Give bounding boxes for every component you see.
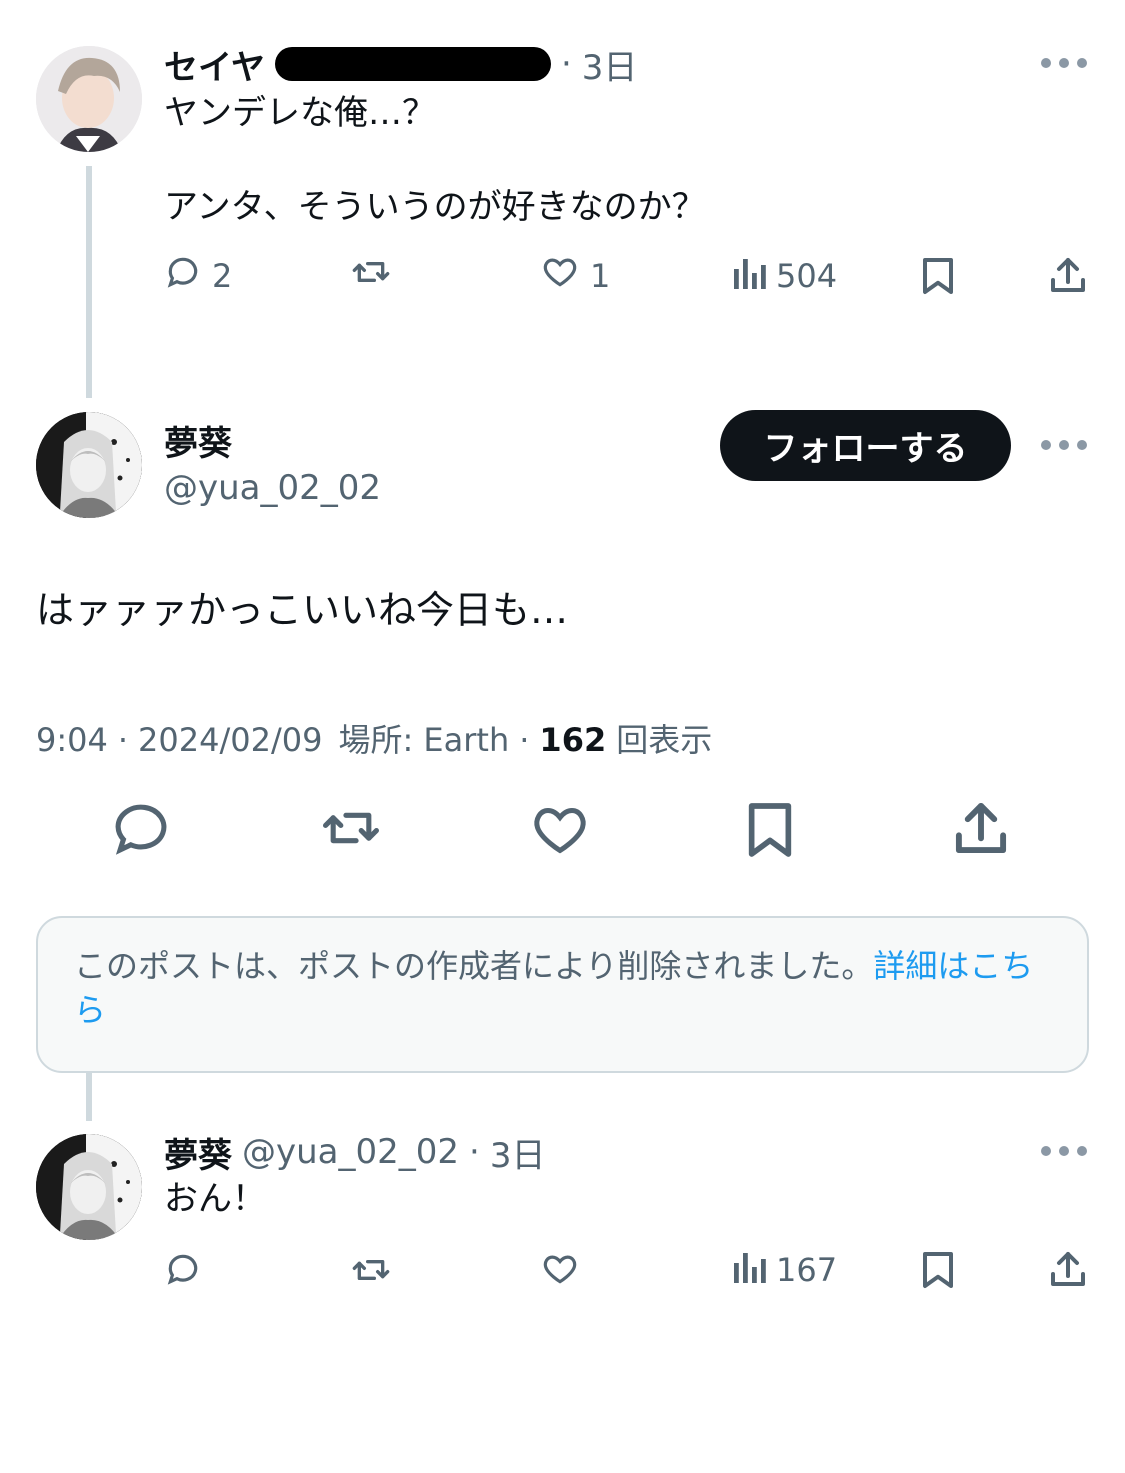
reply-author[interactable]: 夢葵 — [164, 1128, 232, 1177]
repost-icon — [350, 1250, 392, 1290]
post1-share-button[interactable] — [1050, 256, 1086, 294]
main-location: 場所: Earth — [338, 721, 510, 759]
main-views-label: 回表示 — [616, 721, 713, 759]
main-share-button[interactable] — [954, 800, 1008, 856]
analytics-icon — [734, 1249, 766, 1291]
reply-bookmark-button[interactable] — [921, 1250, 955, 1290]
main-more-icon[interactable] — [1041, 440, 1087, 450]
post1-author[interactable]: セイヤ — [164, 40, 265, 89]
main-like-button[interactable] — [530, 800, 590, 856]
post1-header: セイヤ · 3日 — [164, 40, 638, 89]
reply-reply-button[interactable] — [164, 1250, 202, 1288]
post1-text-line2: アンタ、そういうのが好きなのか？ — [164, 187, 706, 227]
main-text: はァァァかっこいいね今日も… — [36, 588, 569, 632]
analytics-icon — [734, 255, 766, 297]
post1-dot: · — [560, 44, 572, 84]
thread-line-bottom — [86, 1073, 92, 1121]
reply-like-button[interactable] — [540, 1250, 580, 1288]
avatar-seiya[interactable] — [36, 46, 142, 152]
reply-repost-button[interactable] — [350, 1250, 392, 1290]
thread-line-top — [86, 166, 92, 398]
reply-handle[interactable]: @yua_02_02 — [242, 1132, 459, 1172]
bookmark-icon — [921, 1250, 955, 1290]
post1-views-count: 504 — [776, 257, 838, 295]
post1-time[interactable]: 3日 — [582, 40, 638, 89]
bookmark-icon — [921, 256, 955, 296]
share-icon — [1050, 1250, 1086, 1288]
heart-icon — [540, 1250, 580, 1288]
reply-text: おん！ — [164, 1179, 266, 1219]
main-author[interactable]: 夢葵 — [164, 422, 232, 466]
post1-bookmark-button[interactable] — [921, 256, 955, 296]
share-icon — [1050, 256, 1086, 294]
reply-dot: · — [469, 1132, 480, 1172]
avatar-yua-reply[interactable] — [36, 1134, 142, 1240]
main-views-count: 162 — [539, 721, 607, 759]
post1-more-icon[interactable] — [1041, 58, 1087, 68]
post1-reply-button[interactable]: 2 — [164, 254, 232, 298]
post1-like-count: 1 — [590, 257, 611, 295]
reply-icon — [164, 1250, 202, 1288]
follow-button[interactable]: フォローする — [720, 410, 1011, 481]
reply-time[interactable]: 3日 — [490, 1128, 546, 1177]
post1-views-button[interactable]: 504 — [734, 254, 837, 298]
reply-views-count: 167 — [776, 1251, 838, 1289]
reply-share-button[interactable] — [1050, 1250, 1086, 1288]
post1-text-line1: ヤンデレな俺…？ — [164, 93, 436, 133]
heart-icon — [540, 253, 580, 299]
reply-icon — [164, 253, 202, 299]
avatar-yua[interactable] — [36, 412, 142, 518]
reply-more-icon[interactable] — [1041, 1146, 1087, 1156]
main-meta: 9:04 · 2024/02/09 場所: Earth · 162 回表示 — [36, 718, 712, 762]
reply-header: 夢葵 @yua_02_02 · 3日 — [164, 1128, 546, 1177]
share-icon — [954, 800, 1008, 856]
notice-text: このポストは、ポストの作成者により削除されました。 — [74, 947, 874, 985]
deleted-post-notice: このポストは、ポストの作成者により削除されました。詳細はこちら — [36, 916, 1089, 1073]
post1-like-button[interactable]: 1 — [540, 254, 610, 298]
redacted-handle — [274, 47, 551, 81]
reply-views-button[interactable]: 167 — [734, 1248, 837, 1292]
main-bookmark-button[interactable] — [746, 800, 794, 860]
main-reply-button[interactable] — [110, 800, 172, 856]
main-handle[interactable]: @yua_02_02 — [164, 466, 381, 510]
main-time[interactable]: 9:04 — [36, 718, 108, 762]
reply-icon — [110, 800, 172, 856]
repost-icon — [318, 800, 384, 856]
bookmark-icon — [746, 800, 794, 860]
main-repost-button[interactable] — [318, 800, 384, 856]
main-date[interactable]: 2024/02/09 — [138, 718, 322, 762]
post1-repost-button[interactable] — [350, 254, 392, 298]
repost-icon — [350, 252, 392, 300]
post1-reply-count: 2 — [212, 257, 233, 295]
heart-icon — [530, 800, 590, 856]
